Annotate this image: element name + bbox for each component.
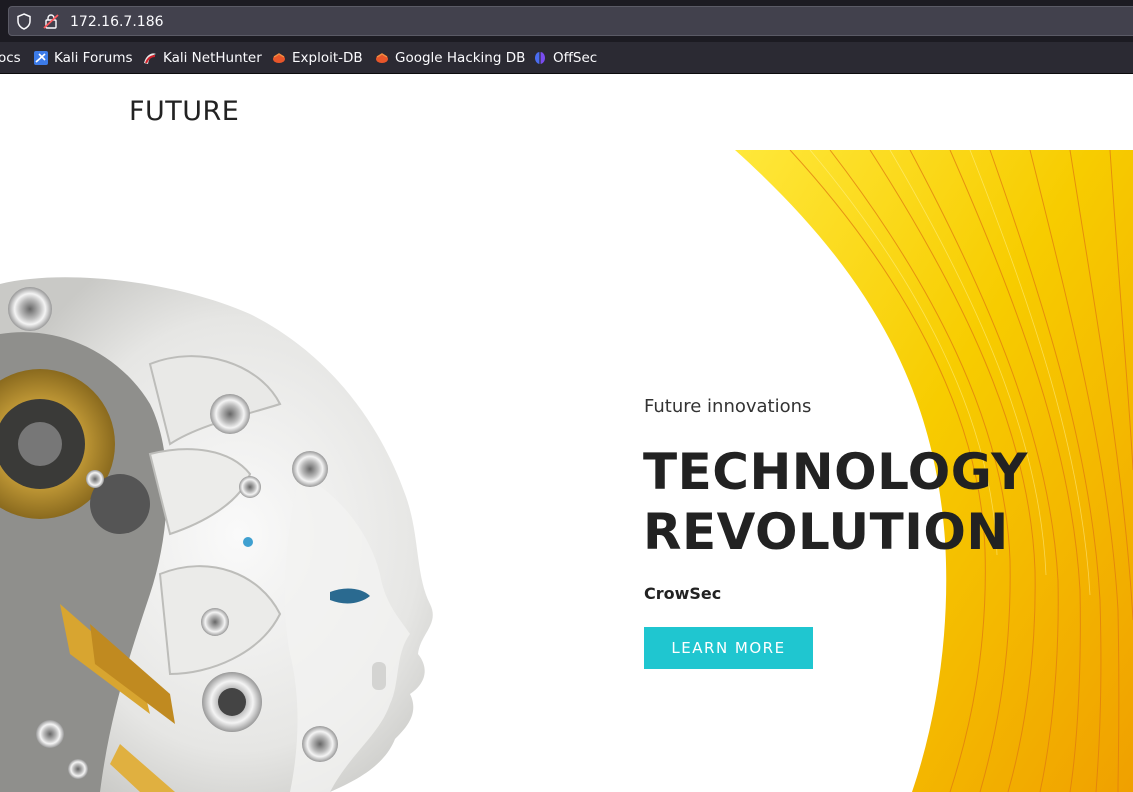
address-bar[interactable]: 172.16.7.186 (8, 6, 1133, 36)
bookmark-offsec[interactable]: OffSec (532, 48, 597, 68)
toolbar: 172.16.7.186 (0, 0, 1133, 42)
browser-chrome: 172.16.7.186 ocs Kali Forums Kali NetHun… (0, 0, 1133, 74)
headline-line-1: TECHNOLOGY (643, 443, 1028, 501)
robot-head-image (0, 277, 433, 792)
exploit-db-icon (273, 53, 285, 63)
bookmark-exploit-db[interactable]: Exploit-DB (271, 48, 363, 68)
tracking-protection-shield-icon[interactable] (16, 13, 32, 30)
kali-forums-icon (34, 51, 48, 65)
offsec-icon (535, 52, 545, 64)
bookmark-label: ocs (0, 50, 21, 66)
site-logo[interactable]: FUTURE (129, 96, 239, 127)
bookmark-label: Google Hacking DB (395, 50, 526, 66)
bookmark-label: Exploit-DB (292, 50, 363, 66)
bookmark-label: OffSec (553, 50, 598, 66)
hero-brand: CrowSec (644, 584, 722, 603)
kali-nethunter-icon (144, 53, 156, 64)
bookmarks-toolbar: ocs Kali Forums Kali NetHunter Exploit-D… (0, 42, 1133, 74)
web-page: FUTURE Future innovations TECHNOLOGY REV… (0, 74, 1133, 792)
hero-headline: TECHNOLOGY REVOLUTION (643, 442, 1028, 562)
headline-line-2: REVOLUTION (643, 503, 1009, 561)
hero-eyebrow: Future innovations (644, 396, 812, 417)
bookmark-google-hacking-db[interactable]: Google Hacking DB (374, 48, 525, 68)
insecure-lock-icon[interactable] (43, 13, 59, 30)
bookmark-docs[interactable]: ocs (0, 48, 21, 68)
bookmark-kali-nethunter[interactable]: Kali NetHunter (142, 48, 262, 68)
bookmark-label: Kali Forums (54, 50, 133, 66)
exploit-db-icon (376, 53, 388, 63)
url-text[interactable]: 172.16.7.186 (70, 12, 164, 32)
bookmark-label: Kali NetHunter (163, 50, 262, 66)
learn-more-button[interactable]: LEARN MORE (644, 627, 813, 669)
bookmark-kali-forums[interactable]: Kali Forums (33, 48, 133, 68)
